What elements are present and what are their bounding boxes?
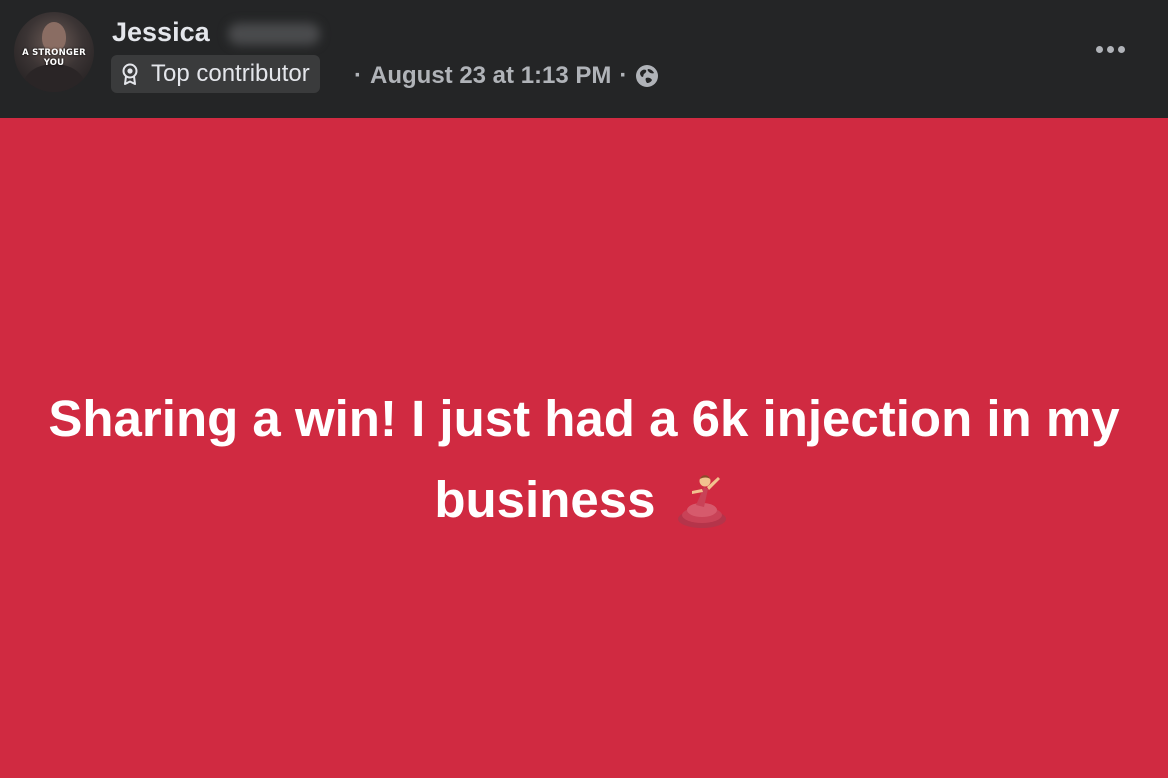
- post-background: Sharing a win! I just had a 6k injection…: [0, 118, 1168, 778]
- badge-label: Top contributor: [151, 60, 310, 87]
- post-header: A STRONGER YOU Jessica Top contributor ·…: [0, 0, 1168, 118]
- globe-icon[interactable]: [635, 64, 659, 88]
- author-name[interactable]: Jessica: [112, 17, 210, 48]
- more-options-icon[interactable]: [1088, 30, 1132, 68]
- post-timestamp[interactable]: August 23 at 1:13 PM: [370, 62, 611, 90]
- post-text: Sharing a win! I just had a 6k injection…: [40, 378, 1128, 540]
- badge-icon: [121, 63, 139, 85]
- avatar[interactable]: A STRONGER YOU: [14, 12, 94, 92]
- avatar-shoulders: [24, 64, 84, 92]
- post-card: A STRONGER YOU Jessica Top contributor ·…: [0, 0, 1168, 778]
- avatar-logo-text: A STRONGER YOU: [22, 48, 86, 68]
- post-message: Sharing a win! I just had a 6k injection…: [48, 390, 1120, 528]
- meta-separator: ·: [354, 62, 362, 89]
- top-contributor-badge[interactable]: Top contributor: [111, 55, 320, 93]
- meta-separator-2: ·: [619, 62, 628, 89]
- redacted-last-name: [228, 23, 320, 45]
- post-meta: · August 23 at 1:13 PM ·: [352, 62, 659, 90]
- dancer-emoji-icon: [677, 475, 726, 528]
